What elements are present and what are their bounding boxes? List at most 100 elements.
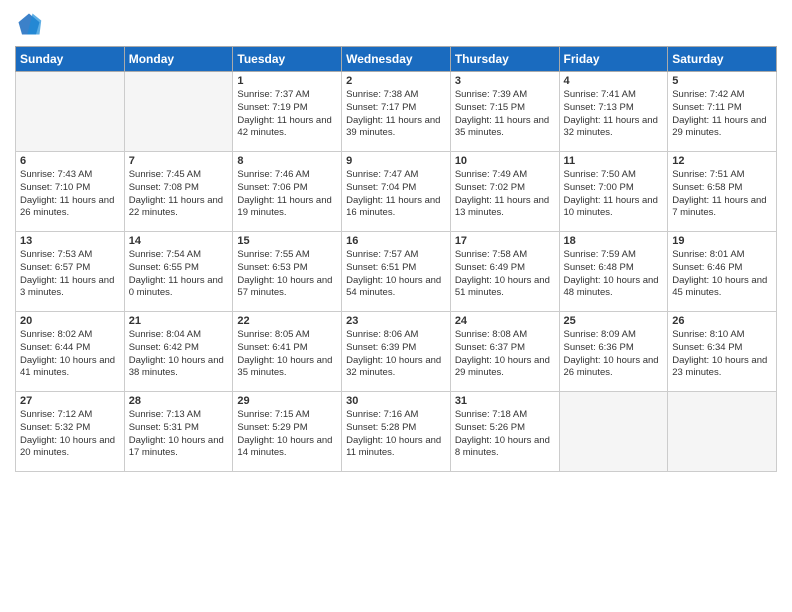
calendar-cell: 19Sunrise: 8:01 AMSunset: 6:46 PMDayligh… bbox=[668, 232, 777, 312]
day-number: 7 bbox=[129, 155, 229, 167]
day-info: Sunrise: 7:15 AMSunset: 5:29 PMDaylight:… bbox=[237, 409, 337, 460]
calendar-cell: 1Sunrise: 7:37 AMSunset: 7:19 PMDaylight… bbox=[233, 72, 342, 152]
day-number: 20 bbox=[20, 315, 120, 327]
calendar: SundayMondayTuesdayWednesdayThursdayFrid… bbox=[15, 46, 777, 472]
day-info: Sunrise: 7:53 AMSunset: 6:57 PMDaylight:… bbox=[20, 249, 120, 300]
day-info: Sunrise: 7:45 AMSunset: 7:08 PMDaylight:… bbox=[129, 169, 229, 220]
calendar-cell: 12 Sunrise: 7:51 AMSunset: 6:58 PMDayligh… bbox=[668, 152, 777, 232]
day-info: Sunrise: 8:10 AMSunset: 6:34 PMDaylight:… bbox=[672, 329, 772, 380]
day-number: 10 bbox=[455, 155, 555, 167]
day-number: 25 bbox=[564, 315, 664, 327]
calendar-cell: 7 Sunrise: 7:45 AMSunset: 7:08 PMDaylight… bbox=[124, 152, 233, 232]
day-number: 11 bbox=[564, 155, 664, 167]
day-info: Sunrise: 7:41 AMSunset: 7:13 PMDaylight:… bbox=[564, 89, 664, 140]
day-number: 2 bbox=[346, 75, 446, 87]
calendar-cell: 17 Sunrise: 7:58 AMSunset: 6:49 PMDayligh… bbox=[450, 232, 559, 312]
calendar-cell: 3Sunrise: 7:39 AMSunset: 7:15 PMDaylight… bbox=[450, 72, 559, 152]
calendar-cell: 5 Sunrise: 7:42 AMSunset: 7:11 PMDaylight… bbox=[668, 72, 777, 152]
calendar-cell: 29 Sunrise: 7:15 AMSunset: 5:29 PMDayligh… bbox=[233, 392, 342, 472]
day-info: Sunrise: 7:12 AMSunset: 5:32 PMDaylight:… bbox=[20, 409, 120, 460]
day-info: Sunrise: 8:02 AMSunset: 6:44 PMDaylight:… bbox=[20, 329, 120, 380]
calendar-cell bbox=[668, 392, 777, 472]
day-number: 13 bbox=[20, 235, 120, 247]
calendar-cell: 8 Sunrise: 7:46 AMSunset: 7:06 PMDaylight… bbox=[233, 152, 342, 232]
day-info: Sunrise: 7:51 AMSunset: 6:58 PMDaylight:… bbox=[672, 169, 772, 220]
calendar-cell: 15 Sunrise: 7:55 AMSunset: 6:53 PMDayligh… bbox=[233, 232, 342, 312]
day-info: Sunrise: 7:46 AMSunset: 7:06 PMDaylight:… bbox=[237, 169, 337, 220]
day-info: Sunrise: 8:01 AMSunset: 6:46 PMDaylight:… bbox=[672, 249, 772, 300]
day-number: 30 bbox=[346, 395, 446, 407]
day-number: 12 bbox=[672, 155, 772, 167]
calendar-day-header: Saturday bbox=[668, 47, 777, 72]
day-number: 8 bbox=[237, 155, 337, 167]
day-info: Sunrise: 7:50 AMSunset: 7:00 PMDaylight:… bbox=[564, 169, 664, 220]
day-number: 6 bbox=[20, 155, 120, 167]
calendar-header-row: SundayMondayTuesdayWednesdayThursdayFrid… bbox=[16, 47, 777, 72]
calendar-cell: 4 Sunrise: 7:41 AMSunset: 7:13 PMDaylight… bbox=[559, 72, 668, 152]
calendar-cell: 31Sunrise: 7:18 AMSunset: 5:26 PMDayligh… bbox=[450, 392, 559, 472]
day-number: 9 bbox=[346, 155, 446, 167]
calendar-cell: 14Sunrise: 7:54 AMSunset: 6:55 PMDayligh… bbox=[124, 232, 233, 312]
day-number: 29 bbox=[237, 395, 337, 407]
day-info: Sunrise: 7:55 AMSunset: 6:53 PMDaylight:… bbox=[237, 249, 337, 300]
calendar-day-header: Monday bbox=[124, 47, 233, 72]
day-number: 4 bbox=[564, 75, 664, 87]
calendar-week-row: 20 Sunrise: 8:02 AMSunset: 6:44 PMDayligh… bbox=[16, 312, 777, 392]
day-number: 5 bbox=[672, 75, 772, 87]
calendar-cell: 22Sunrise: 8:05 AMSunset: 6:41 PMDayligh… bbox=[233, 312, 342, 392]
calendar-cell: 23Sunrise: 8:06 AMSunset: 6:39 PMDayligh… bbox=[342, 312, 451, 392]
day-info: Sunrise: 7:37 AMSunset: 7:19 PMDaylight:… bbox=[237, 89, 337, 140]
day-info: Sunrise: 7:38 AMSunset: 7:17 PMDaylight:… bbox=[346, 89, 446, 140]
day-info: Sunrise: 7:43 AMSunset: 7:10 PMDaylight:… bbox=[20, 169, 120, 220]
day-info: Sunrise: 8:04 AMSunset: 6:42 PMDaylight:… bbox=[129, 329, 229, 380]
calendar-day-header: Friday bbox=[559, 47, 668, 72]
day-number: 17 bbox=[455, 235, 555, 247]
calendar-week-row: 27 Sunrise: 7:12 AMSunset: 5:32 PMDayligh… bbox=[16, 392, 777, 472]
day-info: Sunrise: 8:05 AMSunset: 6:41 PMDaylight:… bbox=[237, 329, 337, 380]
day-number: 27 bbox=[20, 395, 120, 407]
day-info: Sunrise: 7:58 AMSunset: 6:49 PMDaylight:… bbox=[455, 249, 555, 300]
day-info: Sunrise: 7:39 AMSunset: 7:15 PMDaylight:… bbox=[455, 89, 555, 140]
calendar-cell: 26 Sunrise: 8:10 AMSunset: 6:34 PMDayligh… bbox=[668, 312, 777, 392]
calendar-week-row: 13 Sunrise: 7:53 AMSunset: 6:57 PMDayligh… bbox=[16, 232, 777, 312]
day-number: 21 bbox=[129, 315, 229, 327]
day-number: 23 bbox=[346, 315, 446, 327]
calendar-cell: 24Sunrise: 8:08 AMSunset: 6:37 PMDayligh… bbox=[450, 312, 559, 392]
calendar-week-row: 6 Sunrise: 7:43 AMSunset: 7:10 PMDaylight… bbox=[16, 152, 777, 232]
calendar-cell: 30 Sunrise: 7:16 AMSunset: 5:28 PMDayligh… bbox=[342, 392, 451, 472]
header bbox=[15, 10, 777, 38]
calendar-cell: 2 Sunrise: 7:38 AMSunset: 7:17 PMDaylight… bbox=[342, 72, 451, 152]
day-number: 16 bbox=[346, 235, 446, 247]
calendar-day-header: Thursday bbox=[450, 47, 559, 72]
day-info: Sunrise: 7:57 AMSunset: 6:51 PMDaylight:… bbox=[346, 249, 446, 300]
calendar-cell bbox=[124, 72, 233, 152]
calendar-day-header: Sunday bbox=[16, 47, 125, 72]
calendar-cell: 28Sunrise: 7:13 AMSunset: 5:31 PMDayligh… bbox=[124, 392, 233, 472]
day-info: Sunrise: 7:49 AMSunset: 7:02 PMDaylight:… bbox=[455, 169, 555, 220]
calendar-cell: 16 Sunrise: 7:57 AMSunset: 6:51 PMDayligh… bbox=[342, 232, 451, 312]
day-number: 28 bbox=[129, 395, 229, 407]
calendar-cell: 10 Sunrise: 7:49 AMSunset: 7:02 PMDayligh… bbox=[450, 152, 559, 232]
day-number: 15 bbox=[237, 235, 337, 247]
day-info: Sunrise: 7:59 AMSunset: 6:48 PMDaylight:… bbox=[564, 249, 664, 300]
calendar-cell: 21 Sunrise: 8:04 AMSunset: 6:42 PMDayligh… bbox=[124, 312, 233, 392]
logo-icon bbox=[15, 10, 43, 38]
day-number: 26 bbox=[672, 315, 772, 327]
day-number: 18 bbox=[564, 235, 664, 247]
calendar-cell: 6 Sunrise: 7:43 AMSunset: 7:10 PMDaylight… bbox=[16, 152, 125, 232]
day-info: Sunrise: 7:42 AMSunset: 7:11 PMDaylight:… bbox=[672, 89, 772, 140]
day-info: Sunrise: 7:47 AMSunset: 7:04 PMDaylight:… bbox=[346, 169, 446, 220]
day-info: Sunrise: 7:16 AMSunset: 5:28 PMDaylight:… bbox=[346, 409, 446, 460]
calendar-cell: 20 Sunrise: 8:02 AMSunset: 6:44 PMDayligh… bbox=[16, 312, 125, 392]
calendar-day-header: Tuesday bbox=[233, 47, 342, 72]
calendar-cell: 13 Sunrise: 7:53 AMSunset: 6:57 PMDayligh… bbox=[16, 232, 125, 312]
day-info: Sunrise: 8:08 AMSunset: 6:37 PMDaylight:… bbox=[455, 329, 555, 380]
calendar-cell bbox=[559, 392, 668, 472]
day-info: Sunrise: 8:09 AMSunset: 6:36 PMDaylight:… bbox=[564, 329, 664, 380]
calendar-cell: 18 Sunrise: 7:59 AMSunset: 6:48 PMDayligh… bbox=[559, 232, 668, 312]
calendar-cell: 11 Sunrise: 7:50 AMSunset: 7:00 PMDayligh… bbox=[559, 152, 668, 232]
calendar-cell: 25 Sunrise: 8:09 AMSunset: 6:36 PMDayligh… bbox=[559, 312, 668, 392]
calendar-day-header: Wednesday bbox=[342, 47, 451, 72]
calendar-cell bbox=[16, 72, 125, 152]
day-info: Sunrise: 7:54 AMSunset: 6:55 PMDaylight:… bbox=[129, 249, 229, 300]
